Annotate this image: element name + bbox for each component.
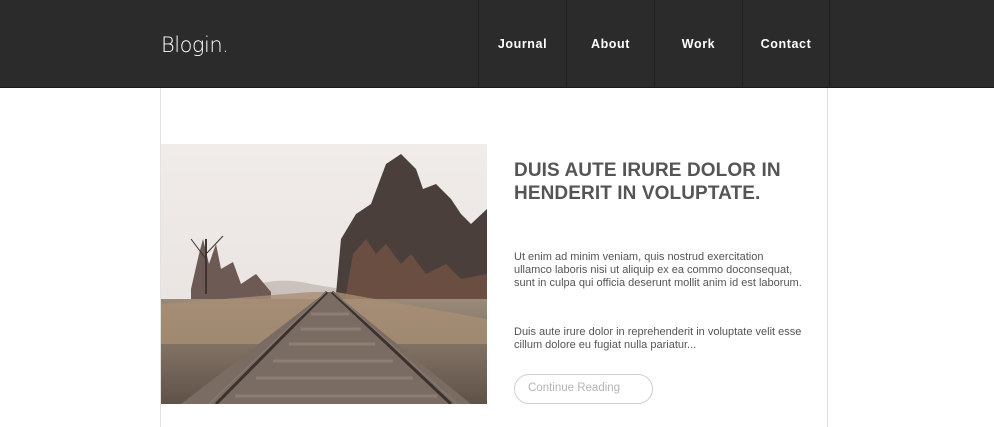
post-title[interactable]: DUIS AUTE IRURE DOLOR IN HENDERIT IN VOL… [514,159,804,205]
nav-item-work[interactable]: Work [654,0,742,88]
nav-item-about[interactable]: About [566,0,654,88]
continue-reading-button[interactable]: Continue Reading [514,374,653,404]
post-excerpt-paragraph: Duis aute irure dolor in reprehenderit i… [514,326,802,351]
nav-item-journal[interactable]: Journal [478,0,566,88]
main-nav: Journal About Work Contact [478,0,830,88]
railway-photo [161,144,487,404]
nav-item-contact[interactable]: Contact [742,0,830,88]
post-excerpt-paragraph: Ut enim ad minim veniam, quis nostrud ex… [514,251,802,289]
site-logo[interactable]: Blogin. [161,30,229,60]
post-featured-image[interactable] [161,144,487,404]
site-header: Blogin. Journal About Work Contact [0,0,994,88]
